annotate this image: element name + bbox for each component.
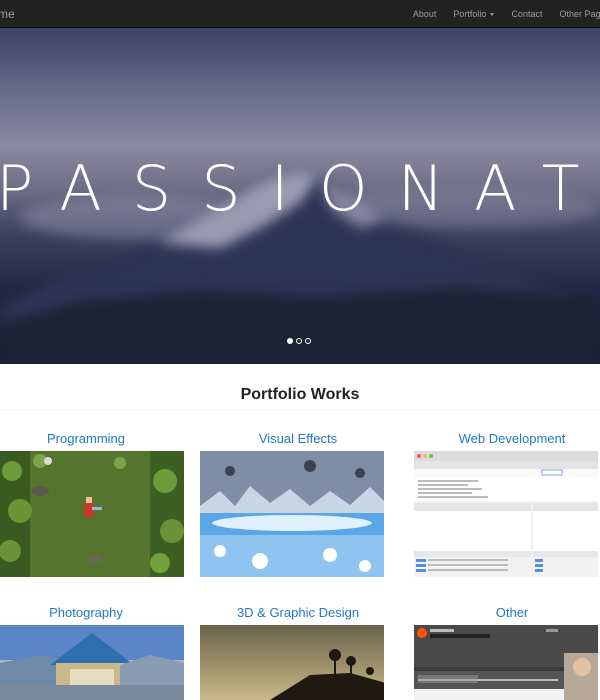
portfolio-thumb-visual-effects[interactable] — [200, 451, 384, 577]
nav-item-portfolio-label: Portfolio — [453, 9, 487, 19]
nav-item-portfolio[interactable]: Portfolio — [453, 9, 495, 19]
nav-item-about[interactable]: About — [413, 9, 437, 19]
hero-carousel[interactable]: PASSIONATE — [0, 28, 600, 364]
portfolio-thumb-3d-graphic-design[interactable] — [200, 625, 384, 700]
portfolio-title-photography[interactable]: Photography — [0, 605, 178, 620]
portfolio-thumb-other[interactable] — [414, 625, 598, 700]
carousel-dot-3[interactable] — [305, 338, 311, 344]
nav-item-other-pages[interactable]: Other Pages — [559, 9, 600, 19]
portfolio-thumb-photography[interactable] — [0, 625, 184, 700]
portfolio-title-visual-effects[interactable]: Visual Effects — [206, 431, 390, 446]
carousel-dot-2[interactable] — [296, 338, 302, 344]
nav-menu: About Portfolio Contact Other Pages — [413, 0, 600, 28]
nav-item-contact[interactable]: Contact — [511, 9, 542, 19]
portfolio-thumb-web-development[interactable] — [414, 451, 598, 577]
portfolio-thumb-programming[interactable] — [0, 451, 184, 577]
portfolio-title-programming[interactable]: Programming — [0, 431, 178, 446]
portfolio-title-3d-graphic-design[interactable]: 3D & Graphic Design — [206, 605, 390, 620]
portfolio-heading: Portfolio Works — [240, 386, 360, 403]
chevron-down-icon — [490, 13, 495, 17]
portfolio-title-web-development[interactable]: Web Development — [420, 431, 600, 446]
top-navbar: me About Portfolio Contact Other Pages — [0, 0, 600, 28]
hero-headline: PASSIONATE — [0, 152, 600, 225]
carousel-indicators — [287, 338, 311, 344]
navbar-brand[interactable]: me — [0, 7, 15, 21]
carousel-dot-1[interactable] — [287, 338, 293, 344]
portfolio-title-other[interactable]: Other — [420, 605, 600, 620]
section-divider — [0, 409, 600, 410]
